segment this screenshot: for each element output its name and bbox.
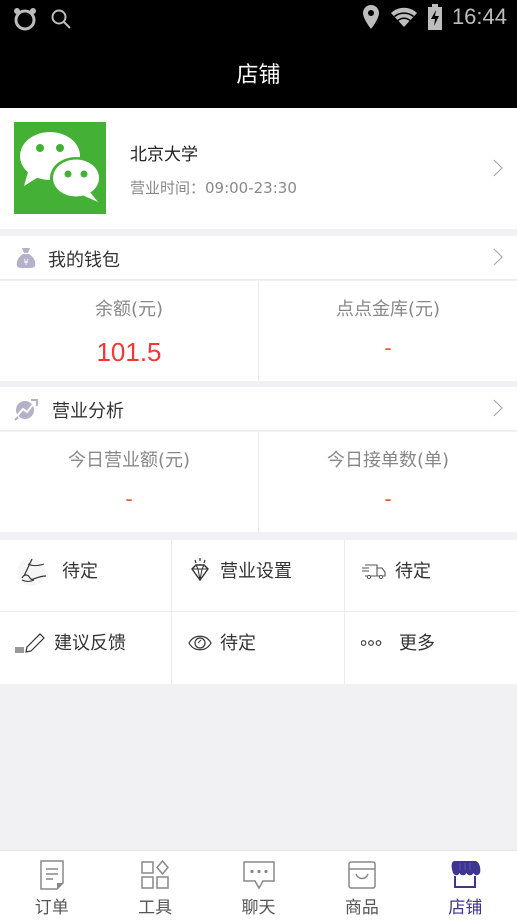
store-name: 北京大学 bbox=[130, 145, 198, 165]
today-orders-value: - bbox=[384, 486, 392, 511]
tools-icon bbox=[141, 859, 170, 889]
grid-item-business-settings[interactable]: 营业设置 bbox=[172, 540, 345, 612]
page-title: 店铺 bbox=[236, 63, 281, 88]
status-time: 16:44 bbox=[451, 4, 507, 29]
app-bar: 店铺 bbox=[0, 38, 517, 108]
chevron-right-icon bbox=[493, 399, 503, 417]
tab-orders[interactable]: 订单 bbox=[0, 851, 103, 920]
tab-label: 聊天 bbox=[241, 898, 276, 918]
pencil-icon bbox=[15, 633, 45, 653]
today-orders-caption: 今日接单数(单) bbox=[326, 450, 450, 471]
grid-item-label: 待定 bbox=[62, 561, 98, 582]
today-orders-stat[interactable]: 今日接单数(单) - bbox=[258, 432, 517, 532]
trend-chart-icon bbox=[14, 399, 38, 421]
store-logo bbox=[14, 122, 106, 214]
balance-value: 101.5 bbox=[96, 337, 162, 367]
search-icon bbox=[51, 9, 71, 29]
money-bag-icon: ¥ bbox=[16, 248, 36, 268]
more-icon bbox=[361, 640, 382, 646]
vault-value: - bbox=[384, 335, 392, 360]
grid-item-pending-1[interactable]: 待定 bbox=[0, 540, 172, 612]
grid-item-label: 待定 bbox=[395, 561, 431, 582]
goods-icon bbox=[348, 861, 376, 889]
tab-store[interactable]: 店铺 bbox=[414, 851, 517, 920]
balance-caption: 余额(元) bbox=[94, 299, 164, 320]
truck-icon bbox=[362, 564, 386, 580]
wifi-icon bbox=[390, 7, 417, 27]
function-grid: 待定 营业设置 待定 建议反馈 待定 更多 bbox=[0, 540, 517, 684]
eye-icon bbox=[188, 635, 212, 651]
tab-label: 商品 bbox=[344, 898, 379, 918]
chevron-right-icon bbox=[493, 248, 503, 266]
today-revenue-value: - bbox=[125, 486, 133, 511]
vault-stat[interactable]: 点点金库(元) - bbox=[258, 281, 517, 381]
tab-label: 订单 bbox=[34, 898, 69, 918]
wallet-title: 我的钱包 bbox=[48, 250, 120, 271]
balance-stat[interactable]: 余额(元) 101.5 bbox=[0, 281, 258, 381]
wallet-header[interactable]: ¥ 我的钱包 bbox=[0, 236, 517, 280]
store-card[interactable] bbox=[0, 108, 517, 229]
tab-label: 店铺 bbox=[448, 898, 483, 918]
grid-item-pending-2[interactable]: 待定 bbox=[345, 540, 517, 612]
grid-item-label: 建议反馈 bbox=[54, 633, 126, 654]
bottom-tab-bar: 订单 工具 聊天 商品 店铺 bbox=[0, 850, 517, 920]
svg-text:¥: ¥ bbox=[23, 258, 28, 267]
grid-item-label: 待定 bbox=[220, 633, 256, 654]
grid-item-pending-3[interactable]: 待定 bbox=[172, 612, 345, 684]
signature-icon bbox=[17, 558, 47, 586]
location-icon bbox=[362, 5, 379, 29]
analysis-title: 营业分析 bbox=[52, 401, 124, 422]
today-revenue-caption: 今日营业额(元) bbox=[67, 450, 191, 471]
grid-item-label: 更多 bbox=[399, 633, 435, 654]
store-hours: 营业时间：09:00-23:30 bbox=[130, 179, 297, 197]
analysis-header[interactable]: 营业分析 bbox=[0, 387, 517, 431]
vault-caption: 点点金库(元) bbox=[335, 299, 441, 320]
wallet-stats: 余额(元) 101.5 点点金库(元) - bbox=[0, 281, 517, 381]
wechat-logo-icon bbox=[20, 132, 102, 202]
status-bar: 16:44 bbox=[0, 0, 517, 38]
grid-item-more[interactable]: 更多 bbox=[345, 612, 517, 684]
today-revenue-stat[interactable]: 今日营业额(元) - bbox=[0, 432, 258, 532]
tab-chat[interactable]: 聊天 bbox=[207, 851, 310, 920]
tab-goods[interactable]: 商品 bbox=[310, 851, 413, 920]
grid-item-label: 营业设置 bbox=[220, 561, 292, 582]
analysis-stats: 今日营业额(元) - 今日接单数(单) - bbox=[0, 432, 517, 532]
tab-tools[interactable]: 工具 bbox=[103, 851, 206, 920]
battery-charging-icon bbox=[427, 4, 442, 30]
store-icon bbox=[451, 861, 481, 888]
grid-item-feedback[interactable]: 建议反馈 bbox=[0, 612, 172, 684]
diamond-icon bbox=[191, 558, 209, 582]
tab-label: 工具 bbox=[138, 898, 173, 918]
chat-icon bbox=[242, 861, 275, 890]
order-icon bbox=[39, 860, 64, 890]
chevron-right-icon bbox=[493, 159, 503, 177]
cat-app-icon bbox=[14, 8, 36, 31]
